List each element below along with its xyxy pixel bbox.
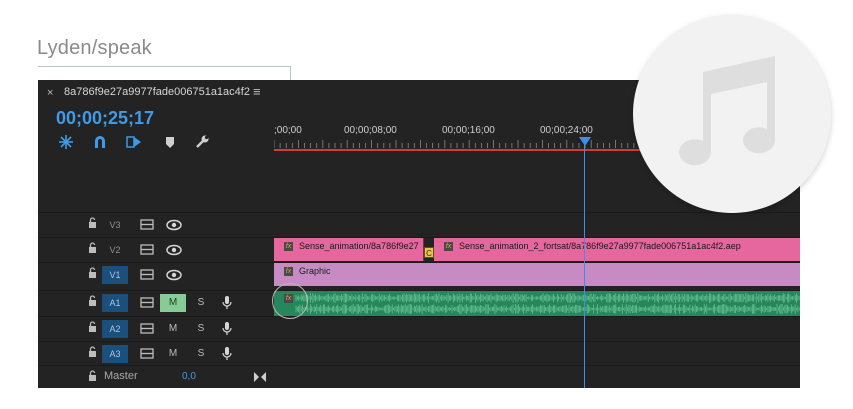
track-header-v3: V3 (38, 212, 274, 236)
microphone-icon[interactable] (222, 321, 232, 336)
track-target-v2[interactable]: V2 (102, 241, 128, 259)
music-note-icon (679, 56, 776, 166)
lock-icon[interactable] (88, 321, 97, 332)
annotation-circle (272, 283, 308, 319)
mute-button-a1[interactable]: M (160, 294, 186, 312)
sync-lock-icon[interactable] (140, 323, 154, 334)
ruler-label: 00;00;16;00 (442, 125, 495, 136)
solo-button-a3[interactable]: S (194, 345, 208, 363)
mute-button-a3[interactable]: M (160, 345, 186, 363)
timeline-row-a2 (274, 316, 800, 340)
annotation-line-horizontal (38, 66, 291, 67)
microphone-icon[interactable] (222, 346, 232, 361)
master-track-label: Master (104, 370, 138, 382)
clip-label: Graphic (299, 266, 331, 276)
clip-a1-audio[interactable]: fx (274, 291, 800, 316)
fx-badge-icon: fx (444, 242, 453, 252)
track-header-master: Master 0,0 (38, 365, 274, 389)
audio-waveform (295, 293, 800, 314)
panel-menu-icon[interactable]: ≡ (253, 84, 261, 99)
sync-lock-icon[interactable] (140, 297, 154, 308)
sync-lock-icon[interactable] (140, 348, 154, 359)
track-header-v1: V1 (38, 262, 274, 286)
timeline-row-v1: fx Graphic (274, 262, 800, 286)
mute-button-a2[interactable]: M (160, 320, 186, 338)
track-target-a3[interactable]: A3 (102, 345, 128, 363)
track-target-v1[interactable]: V1 (102, 266, 128, 284)
solo-button-a2[interactable]: S (194, 320, 208, 338)
track-header-v2: V2 (38, 237, 274, 261)
microphone-icon[interactable] (222, 295, 232, 310)
lock-icon[interactable] (88, 242, 97, 253)
track-header-a3: A3 M S (38, 341, 274, 365)
playhead-handle[interactable] (579, 137, 591, 146)
track-target-a2[interactable]: A2 (102, 320, 128, 338)
timeline-row-master (274, 365, 800, 389)
close-tab-icon[interactable]: × (47, 87, 53, 99)
clip-v1-graphic[interactable]: fx Graphic (274, 263, 800, 286)
clip-v2-b[interactable]: fx Sense_animation_2_fortsat/8a786f9e27a9… (434, 238, 800, 261)
lock-icon[interactable] (88, 295, 97, 306)
timeline-row-a1: fx (274, 290, 800, 316)
track-headers: V3 V2 V1 A1 M S A2 M S A3 M S Master 0,0 (38, 106, 274, 388)
timeline-row-v2: fx Sense_animation/8a786f9e27 C fx Sense_a… (274, 237, 800, 261)
sequence-name[interactable]: 8a786f9e27a9977fade006751a1ac4f2 (64, 86, 250, 98)
playhead-line[interactable] (584, 140, 585, 388)
track-header-a1: A1 M S (38, 290, 274, 316)
clip-c-badge: C (424, 247, 434, 258)
go-to-end-icon[interactable] (254, 372, 266, 382)
track-target-a1[interactable]: A1 (102, 294, 128, 312)
sync-lock-icon[interactable] (140, 269, 154, 280)
lock-icon[interactable] (88, 370, 97, 381)
track-header-a2: A2 M S (38, 316, 274, 340)
eye-icon[interactable] (166, 244, 182, 256)
lock-icon[interactable] (88, 267, 97, 278)
solo-button-a1[interactable]: S (194, 294, 208, 312)
lock-icon[interactable] (88, 346, 97, 357)
fx-badge-icon: fx (284, 242, 293, 252)
master-volume-value[interactable]: 0,0 (182, 371, 196, 382)
timeline-row-a3 (274, 341, 800, 365)
ruler-label: 00;00;08;00 (344, 125, 397, 136)
ruler-label: 00;00;24;00 (540, 125, 593, 136)
timeline-row-v3 (274, 212, 800, 236)
sync-lock-icon[interactable] (140, 244, 154, 255)
clip-label: Sense_animation_2_fortsat/8a786f9e27a997… (459, 241, 741, 251)
fx-badge-icon: fx (284, 267, 293, 277)
sync-lock-icon[interactable] (140, 219, 154, 230)
lock-icon[interactable] (88, 217, 97, 228)
clip-label: Sense_animation/8a786f9e27 (299, 241, 419, 251)
annotation-label: Lyden/speak (37, 37, 152, 59)
track-target-v3[interactable]: V3 (102, 216, 128, 234)
eye-icon[interactable] (166, 219, 182, 231)
eye-icon[interactable] (166, 269, 182, 281)
ruler-label: ;00;00 (274, 125, 302, 136)
clip-v2-a[interactable]: fx Sense_animation/8a786f9e27 (274, 238, 424, 261)
